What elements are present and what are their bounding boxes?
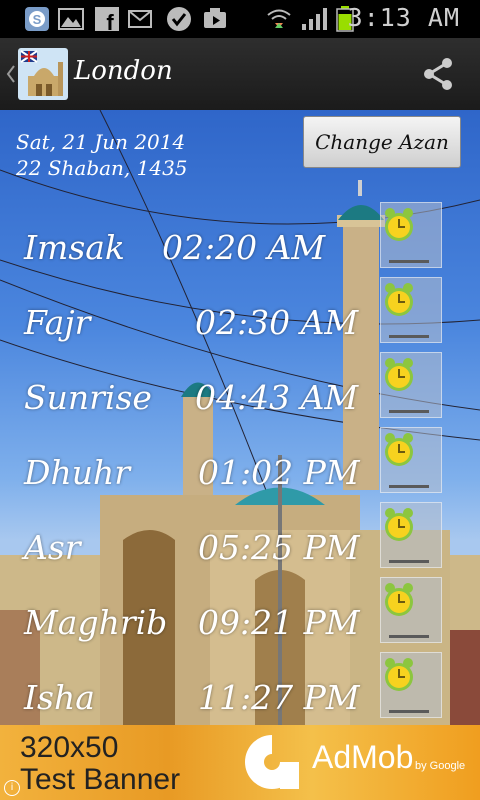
alarm-clock-icon	[385, 583, 413, 616]
alarm-clock-icon	[385, 433, 413, 466]
prayer-time: 01:02 PM	[198, 453, 360, 492]
gallery-icon	[58, 8, 84, 30]
prayer-name: Imsak	[24, 228, 125, 267]
ad-test-label: Test Banner	[20, 763, 181, 796]
prayer-time: 04:43 AM	[195, 378, 359, 417]
alarm-toggle-imsak[interactable]	[380, 202, 442, 268]
alarm-clock-icon	[385, 658, 413, 691]
ad-size-label: 320x50	[20, 731, 119, 764]
status-time: 3:13 AM	[347, 3, 460, 32]
prayer-name: Isha	[24, 678, 95, 717]
prayer-time: 05:25 PM	[198, 528, 360, 567]
prayer-name: Maghrib	[24, 603, 168, 642]
ad-banner[interactable]: 320x50 Test Banner AdMob by Google i	[0, 725, 480, 800]
alarm-toggle-fajr[interactable]	[380, 277, 442, 343]
admob-logo-icon	[245, 735, 299, 789]
back-chevron-icon[interactable]	[6, 64, 16, 84]
admob-byline: by Google	[415, 760, 466, 772]
alarm-toggle-sunrise[interactable]	[380, 352, 442, 418]
alarm-clock-icon	[385, 358, 413, 391]
check-icon	[167, 7, 191, 31]
gregorian-date: Sat, 21 Jun 2014	[16, 130, 186, 154]
share-icon[interactable]	[420, 56, 456, 92]
alarm-toggle-dhuhr[interactable]	[380, 427, 442, 493]
change-azan-button[interactable]: Change Azan	[303, 116, 461, 168]
prayer-name: Dhuhr	[24, 453, 130, 492]
email-icon	[128, 10, 152, 28]
facebook-icon: f	[95, 7, 119, 32]
svg-text:f: f	[106, 10, 114, 32]
prayer-time: 02:30 AM	[195, 303, 359, 342]
alarm-clock-icon	[385, 208, 413, 241]
app-logo-icon[interactable]	[18, 48, 68, 100]
city-title: London	[74, 56, 173, 86]
signal-icon	[302, 8, 327, 30]
app-bar: London	[0, 38, 480, 112]
prayer-name: Fajr	[24, 303, 91, 342]
skype-icon: S	[25, 7, 49, 31]
admob-brand: AdMob	[312, 739, 414, 775]
prayer-time: 02:20 AM	[162, 228, 326, 267]
alarm-clock-icon	[385, 508, 413, 541]
alarm-toggle-asr[interactable]	[380, 502, 442, 568]
prayer-time: 09:21 PM	[198, 603, 360, 642]
alarm-toggle-isha[interactable]	[380, 652, 442, 718]
wifi-icon	[267, 9, 291, 28]
prayer-name: Sunrise	[24, 378, 152, 417]
alarm-clock-icon	[385, 283, 413, 316]
ad-info-icon[interactable]: i	[4, 780, 20, 796]
prayer-times-panel: Sat, 21 Jun 2014 22 Shaban, 1435 Change …	[0, 110, 480, 725]
alarm-toggle-maghrib[interactable]	[380, 577, 442, 643]
status-bar: S f 3:13 AM	[0, 0, 480, 38]
hijri-date: 22 Shaban, 1435	[16, 156, 188, 180]
prayer-name: Asr	[24, 528, 81, 567]
youtube-icon	[204, 8, 226, 28]
svg-text:S: S	[33, 12, 42, 27]
prayer-time: 11:27 PM	[198, 678, 360, 717]
